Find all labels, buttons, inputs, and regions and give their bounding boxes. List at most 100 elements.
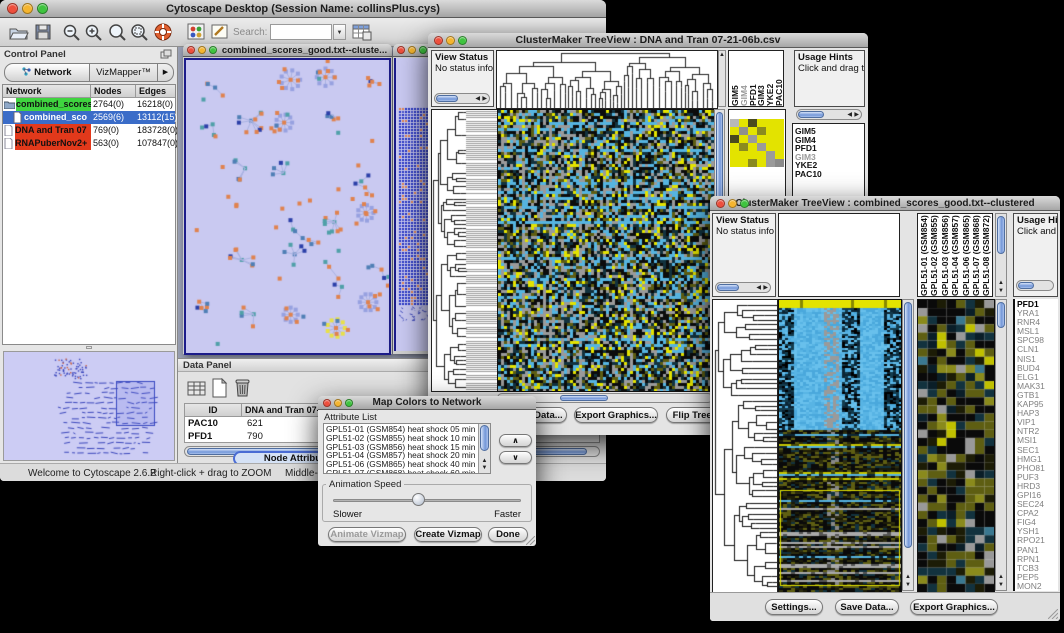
close-icon[interactable] (7, 3, 18, 14)
zoom-out-icon[interactable] (62, 23, 81, 42)
view-status-scrollbar[interactable]: ◀ ▶ (715, 282, 771, 293)
zoom-window-icon[interactable] (458, 36, 467, 45)
network-canvas[interactable] (184, 58, 391, 355)
treeview1-titlebar[interactable]: ClusterMaker TreeView : DNA and Tran 07-… (428, 33, 868, 48)
zoom-heatmap-canvas[interactable] (917, 299, 995, 593)
move-down-button[interactable]: ∨ (499, 451, 532, 464)
column-label[interactable]: GPL51-06 (GSM865) (961, 214, 971, 296)
minimize-icon[interactable] (198, 46, 206, 54)
network-view-titlebar[interactable]: combined_scores_good.txt--cluste... (183, 44, 392, 57)
move-up-button[interactable]: ∧ (499, 434, 532, 447)
resize-grip-icon[interactable] (1048, 609, 1058, 619)
tab-overflow-button[interactable]: ▶ (158, 63, 174, 82)
minimize-icon[interactable] (334, 399, 342, 407)
row-dendrogram-canvas[interactable] (712, 299, 778, 593)
network-row[interactable]: RNAPuberNov2+ 563(0) 107847(0) (3, 137, 175, 150)
scrollbar-thumb[interactable] (997, 302, 1005, 328)
column-label[interactable]: GIM5 (730, 51, 739, 106)
scrollbar-thumb[interactable] (904, 302, 912, 548)
close-icon[interactable] (434, 36, 443, 45)
column-label-scrollbar[interactable]: ▲ ▼ (995, 213, 1007, 297)
scrollbar-thumb[interactable] (436, 95, 458, 102)
scrollbar-thumb[interactable] (717, 284, 739, 291)
network-row[interactable]: combined_scores 2764(0) 16218(0) (3, 98, 175, 111)
scrollbar-thumb[interactable] (997, 216, 1005, 254)
right-arrow-icon[interactable]: ▶ (854, 110, 859, 120)
attribute-listbox[interactable]: GPL51-01 (GSM854) heat shock 05 minGPL51… (323, 423, 491, 474)
resize-grip-icon[interactable] (526, 536, 535, 545)
close-icon[interactable] (397, 46, 405, 54)
column-label[interactable]: GPL51-03 (GSM856) (940, 214, 950, 296)
usage-hints-scrollbar[interactable]: ◀ ▶ (796, 109, 862, 120)
up-arrow-icon[interactable]: ▲ (996, 574, 1006, 581)
save-data-button[interactable]: Save Data... (835, 599, 899, 615)
network-canvas-2[interactable] (394, 58, 430, 351)
column-label-scrollbar[interactable]: ▲ (718, 50, 726, 107)
minimize-icon[interactable] (22, 3, 33, 14)
save-icon[interactable] (34, 23, 52, 41)
col-header-edges[interactable]: Edges (136, 85, 175, 98)
down-arrow-icon[interactable]: ▼ (903, 582, 913, 589)
up-arrow-icon[interactable]: ▲ (719, 52, 725, 59)
scrollbar-thumb[interactable] (1018, 282, 1034, 289)
search-input[interactable] (270, 24, 332, 40)
zoom-window-icon[interactable] (37, 3, 48, 14)
usage-hints-scrollbar[interactable] (1016, 280, 1054, 291)
open-file-icon[interactable] (8, 23, 29, 41)
search-dropdown-button[interactable]: ▼ (333, 24, 346, 40)
network-row-selected[interactable]: combined_sco 2569(6) 13112(15) (3, 111, 175, 124)
close-icon[interactable] (716, 199, 725, 208)
treeview2-titlebar[interactable]: ClusterMaker TreeView : combined_scores_… (710, 196, 1060, 211)
minimize-icon[interactable] (408, 46, 416, 54)
column-label[interactable]: YKE2 (765, 51, 774, 106)
network-view2-titlebar[interactable] (393, 44, 430, 57)
up-arrow-icon[interactable]: ▲ (903, 574, 913, 581)
row-dendrogram-canvas[interactable] (431, 109, 498, 392)
annotation-icon[interactable] (211, 23, 230, 41)
new-attribute-icon[interactable] (211, 378, 228, 398)
attribute-item[interactable]: GPL51-07 (GSM868) heat shock 60 min (324, 469, 477, 474)
column-tree-panel[interactable] (778, 213, 900, 297)
tab-network[interactable]: Network (4, 63, 90, 82)
global-vscrollbar[interactable]: ▲ ▼ (902, 299, 914, 591)
down-arrow-icon[interactable]: ▼ (996, 288, 1006, 295)
left-arrow-icon[interactable]: ◀ (756, 283, 761, 293)
zoom-window-icon[interactable] (345, 399, 353, 407)
zoom-window-icon[interactable] (740, 199, 749, 208)
zoom-selected-icon[interactable] (129, 23, 149, 42)
done-button[interactable]: Done (488, 527, 528, 542)
close-icon[interactable] (323, 399, 331, 407)
node-appearance-icon[interactable] (187, 23, 206, 41)
minimize-icon[interactable] (446, 36, 455, 45)
export-graphics-button[interactable]: Export Graphics... (910, 599, 998, 615)
col-header-nodes[interactable]: Nodes (91, 85, 136, 98)
network-overview-canvas[interactable] (3, 351, 175, 461)
zoom-window-icon[interactable] (419, 46, 427, 54)
float-panel-icon[interactable] (160, 49, 172, 60)
speed-slider-thumb[interactable] (412, 493, 425, 506)
right-arrow-icon[interactable]: ▶ (763, 283, 768, 293)
id-column-header[interactable]: ID (185, 404, 242, 417)
import-table-icon[interactable] (352, 23, 372, 41)
speed-slider-track[interactable] (333, 499, 521, 502)
up-arrow-icon[interactable]: ▲ (479, 458, 490, 465)
scrollbar-thumb[interactable] (480, 425, 489, 451)
create-vizmap-button[interactable]: Create Vizmap (414, 527, 482, 542)
right-arrow-icon[interactable]: ▶ (482, 94, 487, 104)
dialog-titlebar[interactable]: Map Colors to Network (318, 396, 536, 410)
column-label[interactable]: PAC10 (774, 51, 783, 106)
column-label[interactable]: GPL51-04 (GSM857) (950, 214, 960, 296)
zoom-vscrollbar[interactable]: ▲ ▼ (995, 299, 1007, 591)
panel-divider[interactable] (2, 346, 176, 350)
down-arrow-icon[interactable]: ▼ (996, 582, 1006, 589)
column-label[interactable]: GPL51-07 (GSM868) (971, 214, 981, 296)
down-arrow-icon[interactable]: ▼ (479, 465, 490, 472)
global-heatmap-canvas[interactable] (778, 299, 902, 593)
minimize-icon[interactable] (728, 199, 737, 208)
main-titlebar[interactable]: Cytoscape Desktop (Session Name: collins… (0, 0, 606, 18)
heatmap-canvas[interactable] (497, 109, 715, 392)
col-header-network[interactable]: Network (3, 85, 91, 98)
scrollbar-thumb[interactable] (798, 111, 824, 118)
correlation-matrix[interactable] (730, 119, 787, 167)
zoom-in-icon[interactable] (84, 23, 103, 42)
